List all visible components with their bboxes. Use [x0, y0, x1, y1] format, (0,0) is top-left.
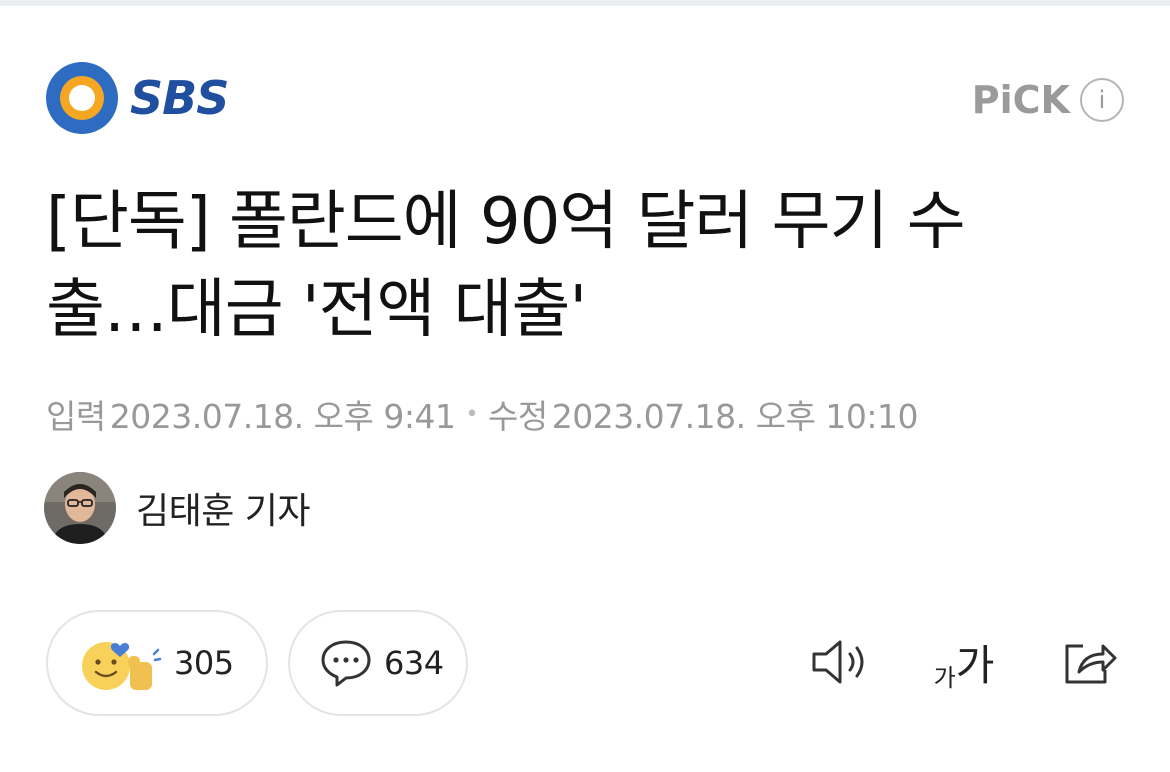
brand-name: SBS	[130, 71, 229, 125]
reaction-button[interactable]: 305	[46, 610, 268, 716]
sbs-logo-icon	[46, 62, 118, 134]
share-icon	[1065, 644, 1117, 684]
article-meta: 입력 2023.07.18. 오후 9:41 • 수정 2023.07.18. …	[46, 390, 918, 438]
article-header: SBS PiCK i	[0, 60, 1170, 140]
avatar[interactable]	[44, 472, 116, 544]
pick-badge[interactable]: PiCK i	[972, 78, 1124, 122]
edit-datetime: 2023.07.18. 오후 10:10	[551, 397, 919, 436]
font-size-icon: 가 가	[934, 632, 995, 693]
reaction-count: 305	[174, 644, 234, 682]
font-small-glyph: 가	[933, 663, 956, 692]
edit-label: 수정	[487, 397, 548, 436]
reporter[interactable]: 김태훈 기자	[44, 472, 311, 544]
speaker-icon	[812, 640, 864, 684]
font-large-glyph: 가	[955, 640, 995, 690]
headline-line-2: 출…대금 '전액 대출'	[46, 273, 587, 347]
comment-count: 634	[384, 644, 444, 682]
font-size-button[interactable]: 가 가	[926, 632, 1002, 692]
meta-separator: •	[465, 401, 478, 427]
input-label: 입력	[46, 397, 106, 436]
article-headline: [단독] 폴란드에 90억 달러 무기 수 출…대금 '전액 대출'	[46, 178, 1126, 354]
listen-button[interactable]	[808, 632, 874, 692]
smile-thumbs-icon	[82, 642, 162, 690]
info-icon[interactable]: i	[1080, 78, 1124, 122]
headline-line-1: [단독] 폴란드에 90억 달러 무기 수	[46, 185, 966, 259]
comment-button[interactable]: 634	[288, 610, 468, 716]
pick-label: PiCK	[971, 78, 1070, 122]
input-datetime: 2023.07.18. 오후 9:41	[109, 397, 456, 436]
speech-bubble-icon	[321, 640, 371, 687]
reporter-name: 김태훈 기자	[136, 491, 311, 532]
top-strip	[0, 0, 1170, 6]
share-button[interactable]	[1058, 632, 1122, 692]
sbs-logo[interactable]: SBS	[44, 60, 229, 136]
